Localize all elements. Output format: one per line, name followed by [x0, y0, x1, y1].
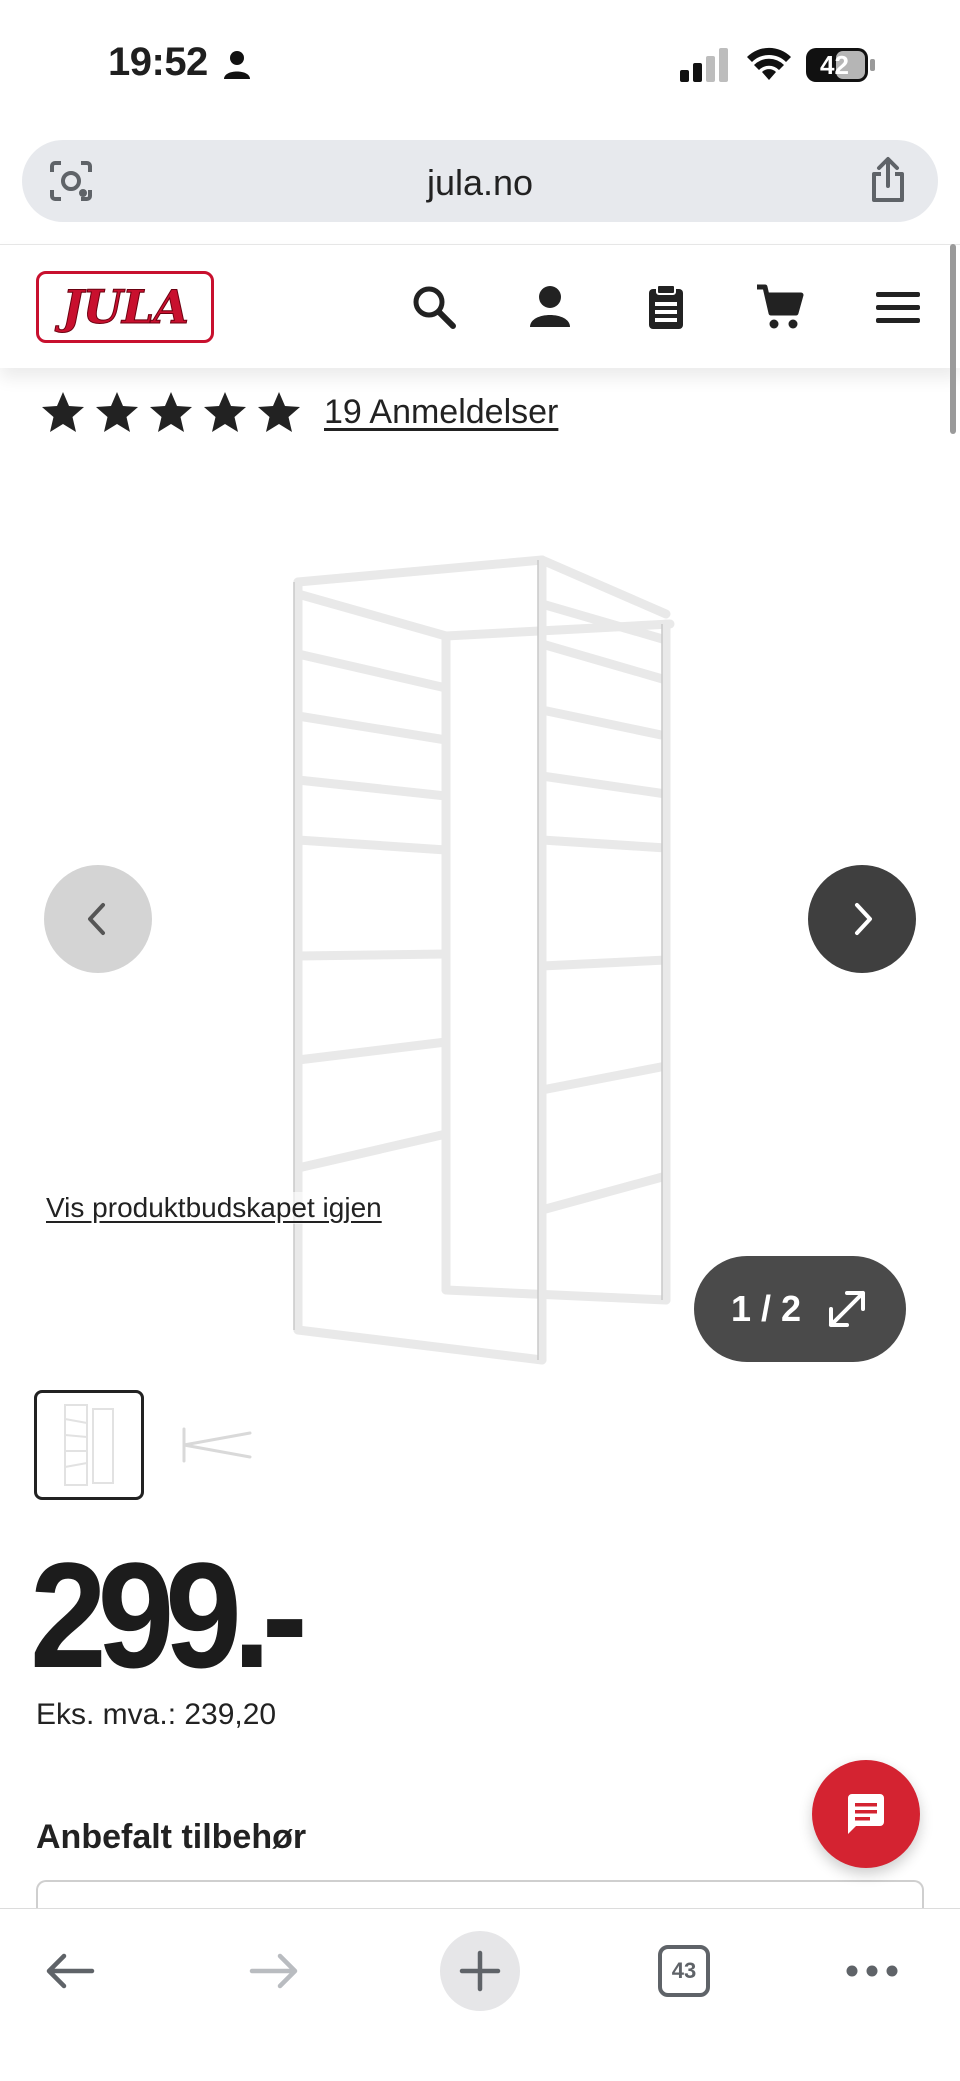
status-time: 19:52: [108, 40, 208, 84]
site-header: JULA: [0, 244, 960, 368]
star-icon: [258, 392, 300, 432]
status-bar: 19:52 42: [0, 0, 960, 130]
chevron-left-icon: [88, 903, 105, 935]
address-bar[interactable]: jula.no: [22, 140, 938, 222]
thumbnail-image: [64, 1404, 114, 1486]
list-icon[interactable]: [640, 281, 692, 333]
chat-button[interactable]: [812, 1760, 920, 1868]
more-menu-button[interactable]: [832, 1931, 912, 2011]
battery-icon: 42: [806, 48, 876, 82]
expand-icon: [829, 1291, 866, 1327]
signal-icon: [680, 48, 728, 82]
product-image[interactable]: [270, 510, 690, 1370]
logo-text: JULA: [62, 280, 190, 335]
menu-icon[interactable]: [872, 281, 924, 333]
thumbnail-1[interactable]: [34, 1390, 144, 1500]
product-gallery: Vis produktbudskapet igjen 1 / 2: [0, 470, 960, 1370]
tab-count: 43: [658, 1945, 710, 1997]
person-icon: [224, 51, 250, 79]
forward-button[interactable]: [234, 1931, 314, 2011]
previous-image-button[interactable]: [44, 865, 152, 973]
chevron-right-icon: [855, 903, 872, 935]
star-icon: [42, 392, 84, 432]
url-text: jula.no: [426, 162, 534, 203]
tabs-button[interactable]: 43: [644, 1931, 724, 2011]
product-rating: 19 Anmeldelser: [40, 388, 558, 436]
browser-toolbar: 43: [0, 1908, 960, 2081]
rating-stars: [40, 390, 302, 434]
cart-icon[interactable]: [754, 281, 806, 333]
price-ex-vat: Eks. mva.: 239,20: [36, 1698, 277, 1731]
plus-icon: [459, 1950, 501, 1992]
star-icon: [204, 392, 246, 432]
new-tab-button[interactable]: [440, 1931, 520, 2011]
product-price: 299.-: [30, 1531, 308, 1699]
back-button[interactable]: [30, 1931, 110, 2011]
reviews-link[interactable]: 19 Anmeldelser: [324, 393, 558, 432]
next-image-button[interactable]: [808, 865, 916, 973]
arrow-right-icon: [249, 1953, 298, 1989]
share-icon[interactable]: [868, 156, 908, 204]
more-dots-icon: [846, 1965, 898, 1977]
search-icon[interactable]: [408, 281, 460, 333]
gallery-counter: 1 / 2: [730, 1288, 802, 1329]
arrow-left-icon: [46, 1953, 95, 1989]
star-icon: [150, 392, 192, 432]
jula-logo[interactable]: JULA: [36, 271, 214, 343]
gallery-counter-fullscreen-button[interactable]: 1 / 2: [694, 1256, 906, 1362]
recommended-accessories-heading: Anbefalt tilbehør: [36, 1818, 307, 1856]
wifi-icon: [747, 47, 791, 80]
account-icon[interactable]: [524, 281, 576, 333]
show-product-message-link[interactable]: Vis produktbudskapet igjen: [46, 1192, 382, 1224]
star-icon: [96, 392, 138, 432]
thumbnail-image: [182, 1427, 252, 1463]
chat-icon: [848, 1794, 884, 1834]
thumbnail-2[interactable]: [160, 1390, 270, 1500]
page-scrollbar[interactable]: [950, 244, 956, 434]
battery-level: 42: [820, 50, 849, 80]
